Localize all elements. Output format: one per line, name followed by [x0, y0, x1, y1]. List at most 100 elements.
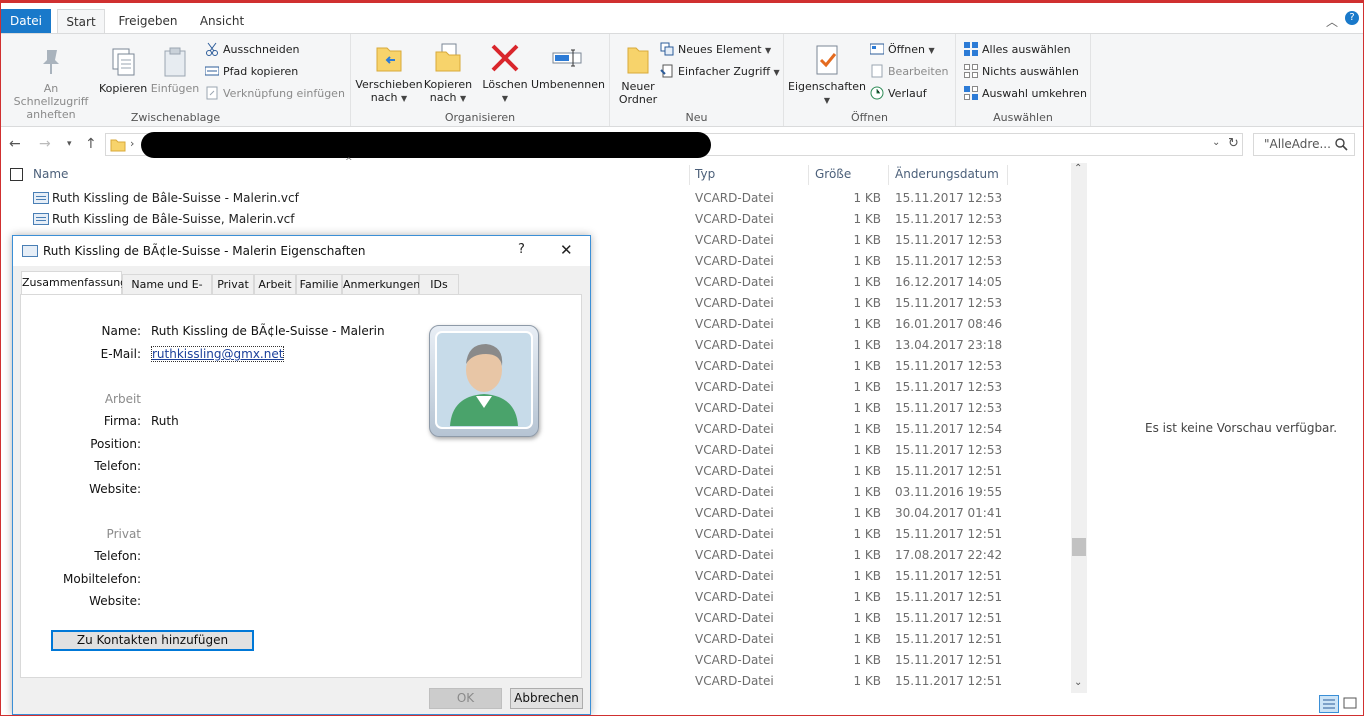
dialog-tab-name-email[interactable]: Name und E-Mail [122, 274, 212, 310]
company-label: Firma: [103, 414, 141, 428]
file-size: 1 KB [853, 233, 881, 247]
select-none-icon [964, 64, 978, 78]
position-label: Position: [90, 437, 141, 451]
move-to-button[interactable]: Verschieben nach ▼ [355, 42, 423, 105]
help-icon[interactable]: ? [1345, 11, 1359, 25]
file-type: VCARD-Datei [695, 275, 774, 289]
collapse-ribbon-icon[interactable]: ︿ [1326, 13, 1338, 30]
tiles-view-icon[interactable] [1342, 695, 1360, 713]
easy-access-button[interactable]: Einfacher Zugriff ▼ [660, 62, 780, 82]
file-date: 15.11.2017 12:51 [895, 653, 1003, 667]
tab-start[interactable]: Start [57, 9, 105, 33]
scroll-down-icon[interactable]: ⌄ [1074, 677, 1082, 688]
edit-button[interactable]: Bearbeiten [870, 62, 948, 82]
pin-quick-access-button[interactable]: An Schnellzugriff anheften [5, 46, 97, 121]
invert-selection-button[interactable]: Auswahl umkehren [964, 84, 1087, 104]
group-label-select: Auswählen [993, 111, 1053, 124]
summary-panel: Name: Ruth Kissling de BÃ¢le-Suisse - Ma… [20, 294, 582, 678]
address-dropdown-icon[interactable]: ⌄ [1212, 137, 1220, 148]
column-header-date[interactable]: Änderungsdatum [895, 161, 999, 187]
dialog-tab-notes[interactable]: Anmerkungen [342, 274, 420, 294]
dialog-close-button[interactable]: ✕ [560, 241, 573, 259]
dialog-tab-ids[interactable]: IDs [419, 274, 459, 294]
vcard-icon [22, 245, 38, 257]
move-folder-icon [373, 42, 405, 74]
select-all-button[interactable]: Alles auswählen [964, 40, 1071, 60]
dialog-tab-summary[interactable]: Zusammenfassung [21, 271, 127, 295]
copy-to-button[interactable]: Kopieren nach ▼ [423, 42, 473, 105]
work-website-label: Website: [89, 482, 141, 496]
rename-button[interactable]: Umbenennen [531, 42, 605, 91]
select-all-icon [964, 42, 978, 56]
table-row[interactable]: Ruth Kissling de Bâle-Suisse, Malerin.vc… [1, 209, 1071, 230]
scroll-up-icon[interactable]: ⌃ [1074, 163, 1082, 174]
ribbon-tabs: Datei Start Freigeben Ansicht ︿ ? [1, 9, 1363, 33]
group-label-new: Neu [685, 111, 708, 124]
scrollbar-thumb[interactable] [1072, 538, 1086, 556]
file-type: VCARD-Datei [695, 485, 774, 499]
tab-view[interactable]: Ansicht [193, 9, 251, 33]
work-section-label: Arbeit [104, 392, 141, 406]
search-input[interactable]: "AlleAdre... [1253, 133, 1355, 156]
file-date: 15.11.2017 12:51 [895, 632, 1003, 646]
file-type: VCARD-Datei [695, 590, 774, 604]
up-arrow-icon[interactable]: ↑ [85, 129, 97, 159]
file-type: VCARD-Datei [695, 548, 774, 562]
add-to-contacts-button[interactable]: Zu Kontakten hinzufügen [51, 630, 254, 651]
file-type: VCARD-Datei [695, 506, 774, 520]
copy-button[interactable]: Kopieren [99, 46, 147, 95]
dialog-titlebar[interactable]: Ruth Kissling de BÃ¢le-Suisse - Malerin … [13, 236, 590, 266]
dialog-tab-family[interactable]: Familie [296, 274, 342, 294]
paste-button[interactable]: Einfügen [149, 46, 201, 95]
file-date: 15.11.2017 12:53 [895, 401, 1003, 415]
cut-button[interactable]: Ausschneiden [205, 40, 300, 60]
dialog-tab-private[interactable]: Privat [212, 274, 254, 294]
copy-path-button[interactable]: Pfad kopieren [204, 62, 298, 82]
ribbon: An Schnellzugriff anheften Kopieren Einf… [1, 33, 1363, 127]
dialog-help-button[interactable]: ? [518, 242, 525, 257]
file-date: 30.04.2017 01:41 [895, 506, 1003, 520]
new-item-button[interactable]: Neues Element ▼ [660, 40, 771, 60]
tab-file[interactable]: Datei [1, 9, 51, 33]
group-label-open: Öffnen [851, 111, 888, 124]
file-size: 1 KB [853, 359, 881, 373]
contact-avatar-icon [429, 325, 539, 437]
file-size: 1 KB [853, 464, 881, 478]
cancel-button[interactable]: Abbrechen [510, 688, 583, 709]
new-folder-button[interactable]: Neuer Ordner [614, 44, 662, 106]
email-link[interactable]: ruthkissling@gmx.net [150, 346, 285, 362]
paste-shortcut-button[interactable]: Verknüpfung einfügen [205, 84, 345, 104]
edit-icon [870, 64, 884, 78]
select-none-button[interactable]: Nichts auswählen [964, 62, 1079, 82]
tab-share[interactable]: Freigeben [113, 9, 183, 33]
mobile-label: Mobiltelefon: [63, 572, 141, 586]
vertical-scrollbar[interactable]: ⌃ ⌄ [1071, 163, 1087, 693]
forward-arrow-icon[interactable]: → [39, 129, 51, 159]
name-value: Ruth Kissling de BÃ¢le-Suisse - Malerin [151, 324, 385, 338]
open-dropdown-icon: ▼ [928, 46, 935, 55]
recent-dropdown-icon[interactable]: ▾ [67, 129, 72, 159]
column-header-type[interactable]: Typ [695, 161, 715, 187]
select-all-checkbox[interactable] [10, 168, 23, 181]
details-view-icon[interactable] [1319, 695, 1339, 713]
open-button[interactable]: Öffnen ▼ [869, 40, 935, 60]
vcard-file-icon [33, 213, 49, 225]
back-arrow-icon[interactable]: ← [9, 129, 21, 159]
column-header-size[interactable]: Größe [815, 161, 851, 187]
file-size: 1 KB [853, 674, 881, 688]
file-size: 1 KB [853, 548, 881, 562]
file-date: 15.11.2017 12:54 [895, 422, 1003, 436]
column-header-name[interactable]: Name [33, 161, 68, 187]
delete-button[interactable]: Löschen ▼ [481, 42, 529, 105]
new-folder-icon [622, 44, 654, 76]
ok-button[interactable]: OK [429, 688, 502, 709]
properties-button[interactable]: Eigenschaften ▼ [788, 44, 866, 107]
history-button[interactable]: Verlauf [870, 84, 927, 104]
dialog-tab-work[interactable]: Arbeit [254, 274, 296, 294]
easy-access-dropdown-icon: ▼ [773, 68, 780, 77]
refresh-icon[interactable]: ↻ [1228, 136, 1239, 151]
file-type: VCARD-Datei [695, 338, 774, 352]
vcard-file-icon [33, 192, 49, 204]
table-row[interactable]: Ruth Kissling de Bâle-Suisse - Malerin.v… [1, 188, 1071, 209]
file-date: 16.12.2017 14:05 [895, 275, 1003, 289]
